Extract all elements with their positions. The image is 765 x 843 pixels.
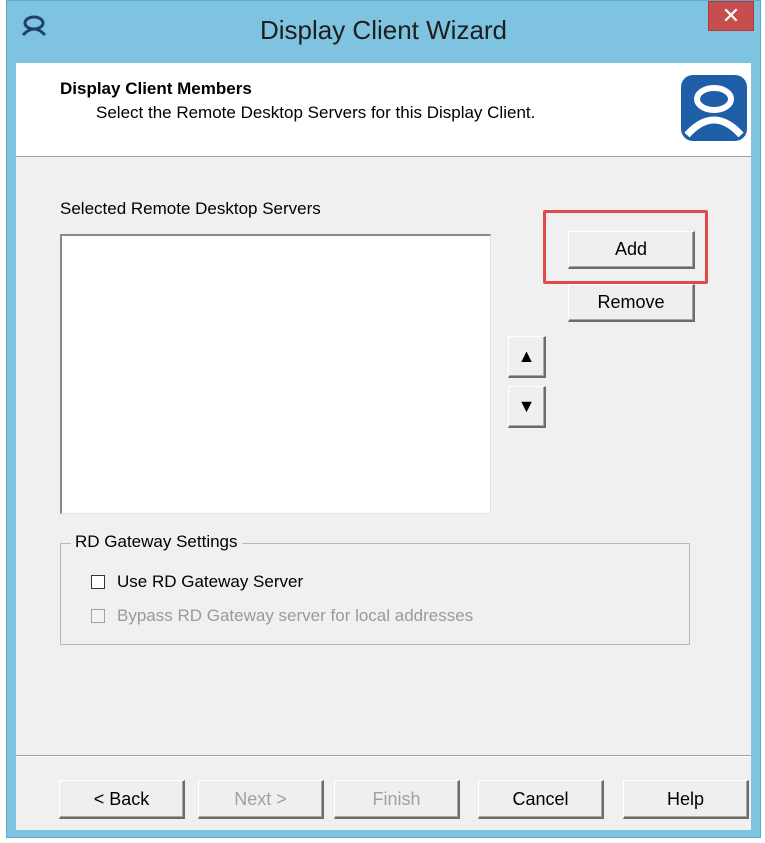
- move-up-button[interactable]: ▲: [508, 336, 546, 378]
- servers-label: Selected Remote Desktop Servers: [60, 199, 321, 218]
- use-gateway-option[interactable]: Use RD Gateway Server: [91, 572, 303, 592]
- page-subtitle: Select the Remote Desktop Servers for th…: [96, 103, 536, 122]
- help-button[interactable]: Help: [623, 780, 749, 819]
- close-button[interactable]: ✕: [708, 1, 754, 31]
- use-gateway-checkbox[interactable]: [91, 575, 105, 589]
- finish-button: Finish: [334, 780, 460, 819]
- arrow-down-icon: ▼: [517, 396, 536, 416]
- back-button[interactable]: < Back: [59, 780, 185, 819]
- bypass-gateway-option: Bypass RD Gateway server for local addre…: [91, 606, 473, 626]
- wizard-header: Display Client Members Select the Remote…: [16, 63, 751, 157]
- page-title: Display Client Members: [60, 79, 252, 98]
- gateway-settings-group: RD Gateway Settings Use RD Gateway Serve…: [60, 532, 690, 645]
- gateway-settings-label: RD Gateway Settings: [71, 532, 242, 552]
- use-gateway-label: Use RD Gateway Server: [117, 572, 304, 591]
- footer-divider: [16, 755, 751, 757]
- title-bar[interactable]: Display Client Wizard ✕: [7, 1, 760, 61]
- move-down-button[interactable]: ▼: [508, 386, 546, 428]
- next-button: Next >: [198, 780, 324, 819]
- cancel-button[interactable]: Cancel: [478, 780, 604, 819]
- wizard-window: Display Client Wizard ✕ Display Client M…: [6, 0, 761, 838]
- close-icon: ✕: [721, 3, 741, 28]
- bypass-gateway-checkbox: [91, 609, 105, 623]
- bypass-gateway-label: Bypass RD Gateway server for local addre…: [117, 606, 474, 625]
- arrow-up-icon: ▲: [517, 346, 536, 366]
- window-title: Display Client Wizard: [259, 15, 508, 45]
- server-list[interactable]: [60, 234, 491, 514]
- remove-button[interactable]: Remove: [568, 284, 695, 322]
- wizard-body: Display Client Members Select the Remote…: [16, 63, 751, 830]
- highlight-box: [543, 210, 708, 284]
- thinmanager-logo: [681, 75, 747, 141]
